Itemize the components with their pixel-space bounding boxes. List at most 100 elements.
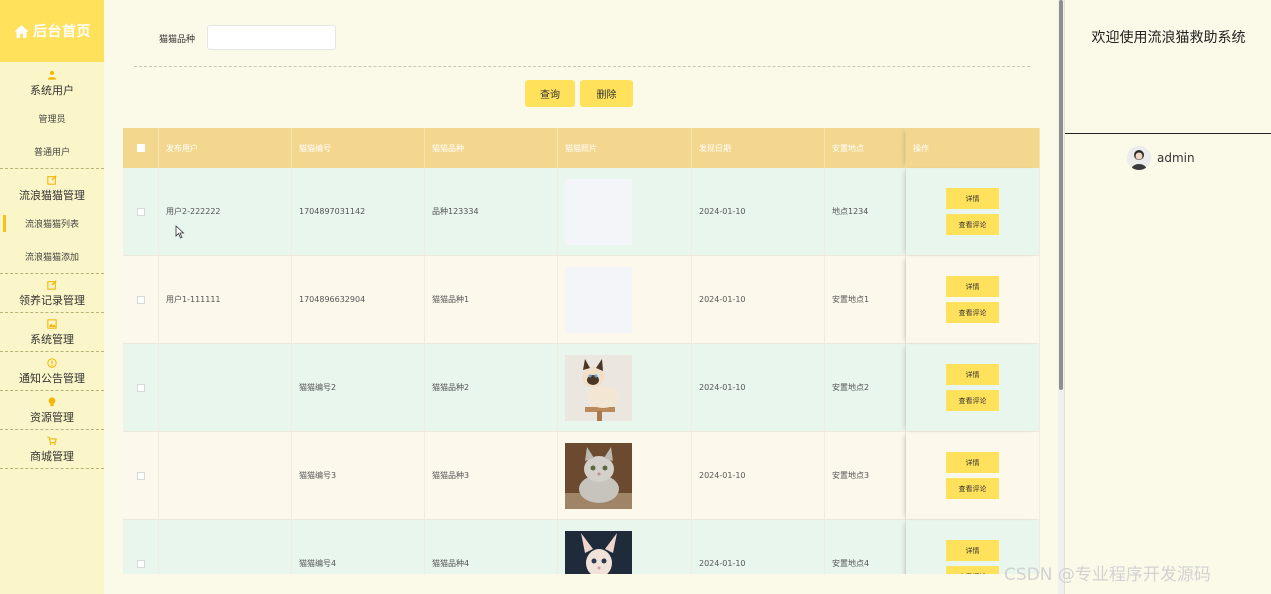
siamese-cat-image [565, 354, 632, 421]
column-header-breed: 猫猫品种 [425, 128, 558, 168]
query-button[interactable]: 查询 [525, 80, 575, 107]
cell-photo [558, 256, 692, 344]
column-header-photo: 猫猫照片 [558, 128, 692, 168]
detail-button[interactable]: 详情 [946, 540, 999, 561]
cell-breed: 猫猫品种2 [425, 344, 558, 432]
view-comments-button[interactable]: 查看评论 [946, 478, 999, 499]
edit-icon [47, 280, 57, 290]
scrollbar-thumb[interactable] [1059, 0, 1063, 390]
view-comments-button[interactable]: 查看评论 [946, 214, 999, 235]
detail-button[interactable]: 详情 [946, 188, 999, 209]
cell-photo [558, 520, 692, 574]
cell-code: 1704897031142 [292, 168, 425, 256]
row-checkbox[interactable] [136, 207, 145, 216]
cell-user: 用户2-222222 [159, 168, 292, 256]
sidebar: 后台首页 系统用户 管理员 普通用户 流浪猫猫管理 流浪猫猫列表 流浪猫猫添加 … [0, 0, 105, 594]
cart-icon [47, 436, 57, 446]
cell-actions: 详情 查看评论 [906, 168, 1040, 256]
table-header: 发布用户 猫猫编号 猫猫品种 猫猫照片 发现日期 安置地点 操作 [123, 128, 1040, 168]
sidebar-item-resource[interactable]: 资源管理 [0, 391, 104, 430]
sidebar-item-label: 系统管理 [30, 333, 74, 346]
table-row: 用户1-111111 1704896632904 猫猫品种1 2024-01-1… [123, 256, 1040, 344]
sidebar-subitem-cat-add[interactable]: 流浪猫猫添加 [0, 240, 104, 273]
cat-photo-placeholder [565, 178, 632, 245]
sidebar-item-adoption[interactable]: 领养记录管理 [0, 273, 104, 313]
cell-code: 1704896632904 [292, 256, 425, 344]
fluffy-kitten-image [565, 442, 632, 509]
sidebar-item-label: 资源管理 [30, 411, 74, 424]
cell-breed: 猫猫品种1 [425, 256, 558, 344]
sidebar-item-notice[interactable]: 通知公告管理 [0, 352, 104, 391]
cat-photo-siamese [565, 354, 632, 421]
cell-user [159, 520, 292, 574]
sidebar-item-system[interactable]: 系统管理 [0, 313, 104, 352]
divider [1065, 133, 1271, 134]
detail-button[interactable]: 详情 [946, 364, 999, 385]
row-checkbox[interactable] [136, 471, 145, 480]
welcome-text: 欢迎使用流浪猫救助系统 [1091, 30, 1246, 46]
sidebar-item-shop[interactable]: 商城管理 [0, 430, 104, 469]
cell-date: 2024-01-10 [692, 520, 825, 574]
sidebar-item-label: 流浪猫猫管理 [19, 189, 85, 202]
breed-search-input[interactable] [207, 25, 336, 50]
divider [134, 66, 1030, 67]
image-icon [47, 319, 57, 329]
user-icon [47, 70, 57, 80]
logo[interactable]: 后台首页 [0, 0, 104, 62]
detail-button[interactable]: 详情 [946, 452, 999, 473]
sidebar-subitem-cat-list[interactable]: 流浪猫猫列表 [0, 207, 104, 240]
row-select-cell [123, 344, 159, 432]
cell-photo [558, 432, 692, 520]
cell-actions: 详情 查看评论 [906, 432, 1040, 520]
cat-photo-sphynx [565, 530, 632, 574]
table-row: 用户2-222222 1704897031142 品种123334 2024-0… [123, 168, 1040, 256]
row-checkbox[interactable] [136, 295, 145, 304]
sidebar-subitem-admin[interactable]: 管理员 [0, 102, 104, 135]
watermark: CSDN @专业程序开发源码 [1004, 565, 1211, 585]
detail-button[interactable]: 详情 [946, 276, 999, 297]
mouse-cursor-icon [175, 225, 185, 239]
avatar [1127, 146, 1151, 170]
table-row: 猫猫编号3 猫猫品种3 2024-01-10 安置地点3 详情 查看评论 [123, 432, 1040, 520]
sidebar-subitem-normal-user[interactable]: 普通用户 [0, 135, 104, 168]
username: admin [1157, 151, 1195, 165]
column-header-place: 安置地点 [825, 128, 906, 168]
sidebar-item-cat-management[interactable]: 流浪猫猫管理 [0, 168, 104, 207]
row-select-cell [123, 168, 159, 256]
cell-date: 2024-01-10 [692, 168, 825, 256]
row-select-cell [123, 256, 159, 344]
cell-code: 猫猫编号4 [292, 520, 425, 574]
sidebar-item-system-user[interactable]: 系统用户 [0, 62, 104, 102]
cell-breed: 猫猫品种3 [425, 432, 558, 520]
edit-icon [47, 175, 57, 185]
cell-date: 2024-01-10 [692, 344, 825, 432]
cell-code: 猫猫编号3 [292, 432, 425, 520]
row-checkbox[interactable] [136, 559, 145, 568]
cell-actions: 详情 查看评论 [906, 256, 1040, 344]
column-header-actions: 操作 [906, 128, 1040, 168]
view-comments-button[interactable]: 查看评论 [946, 302, 999, 323]
select-all-checkbox[interactable] [136, 144, 145, 152]
row-select-cell [123, 432, 159, 520]
cell-place: 安置地点2 [825, 344, 906, 432]
view-comments-button[interactable]: 查看评论 [946, 566, 999, 574]
cell-place: 安置地点1 [825, 256, 906, 344]
cell-user [159, 432, 292, 520]
sidebar-item-label: 系统用户 [30, 84, 74, 97]
cat-photo-fluffy [565, 442, 632, 509]
user-info[interactable]: admin [1127, 146, 1195, 170]
cell-code: 猫猫编号2 [292, 344, 425, 432]
delete-button[interactable]: 删除 [580, 80, 633, 107]
cell-photo [558, 168, 692, 256]
column-header-user: 发布用户 [159, 128, 292, 168]
cell-date: 2024-01-10 [692, 256, 825, 344]
bulb-icon [48, 397, 56, 407]
cell-breed: 品种123334 [425, 168, 558, 256]
cell-place: 安置地点3 [825, 432, 906, 520]
home-icon [14, 24, 29, 38]
cell-actions: 详情 查看评论 [906, 344, 1040, 432]
view-comments-button[interactable]: 查看评论 [946, 390, 999, 411]
right-panel: 欢迎使用流浪猫救助系统 admin [1064, 0, 1271, 594]
cell-breed: 猫猫品种4 [425, 520, 558, 574]
row-checkbox[interactable] [136, 383, 145, 392]
